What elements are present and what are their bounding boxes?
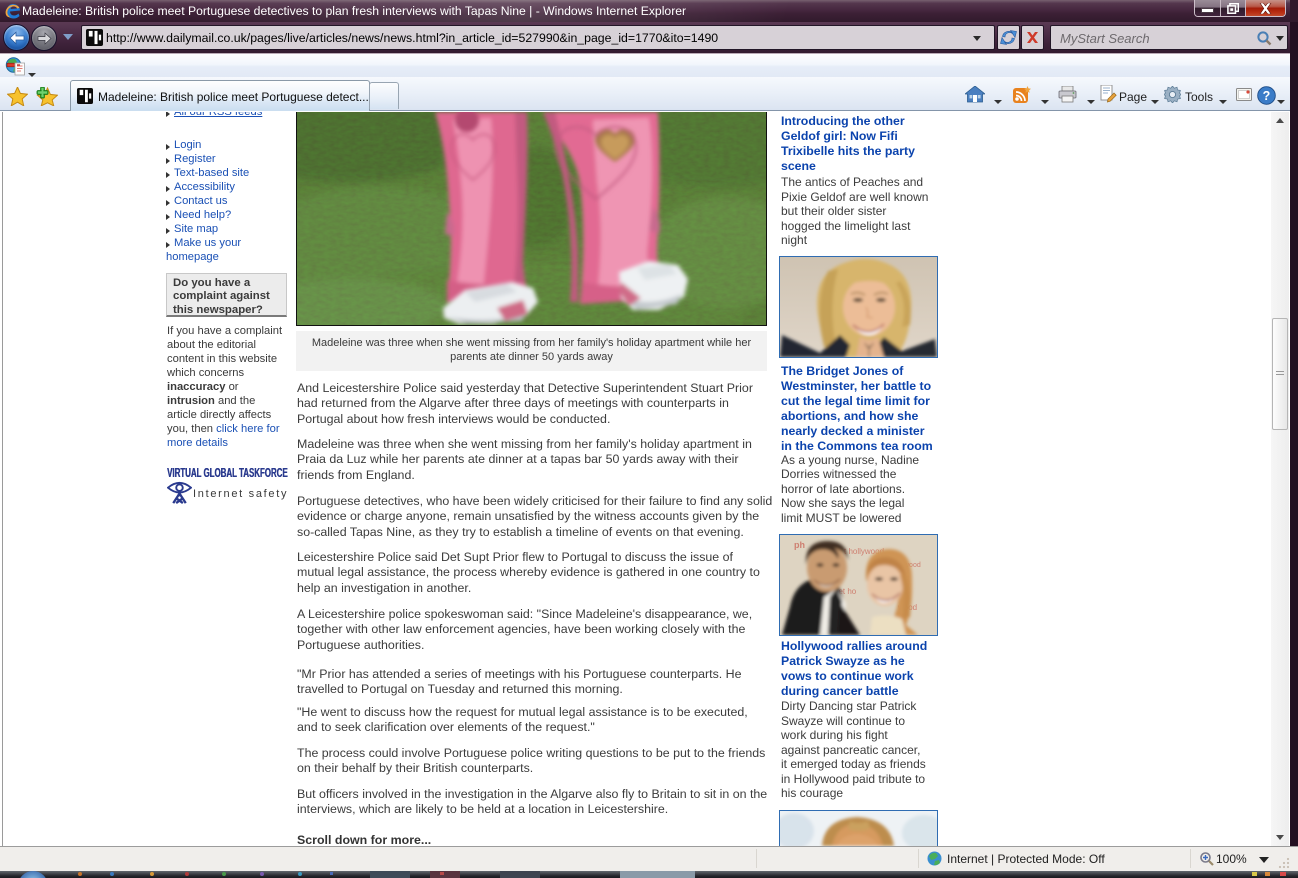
svg-text:?: ? — [1263, 89, 1271, 103]
svg-text:ph: ph — [794, 540, 805, 550]
